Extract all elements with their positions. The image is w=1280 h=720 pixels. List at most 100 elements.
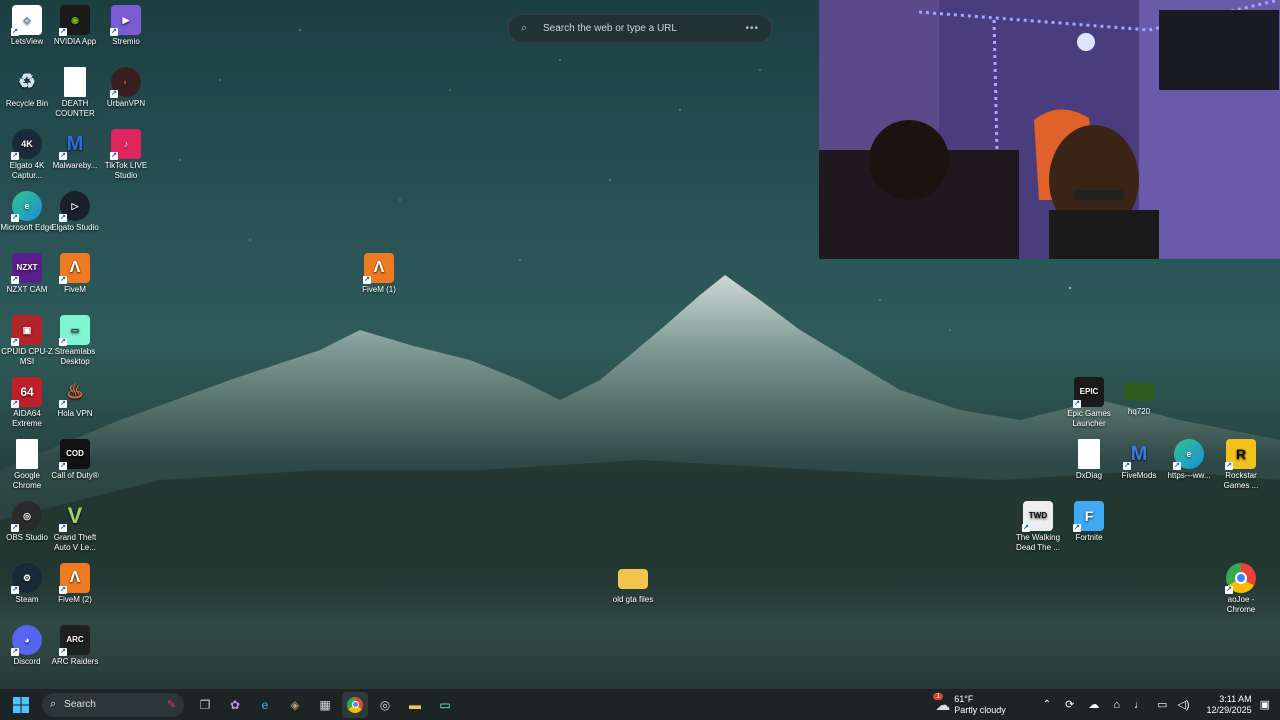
icon-label: OBS Studio xyxy=(6,533,48,542)
icon-label: DxDiag xyxy=(1075,471,1103,480)
desktop-icon-epic-games[interactable]: EPIC ↗ Epic Games Launcher xyxy=(1062,377,1116,429)
desktop-icon-urbanvpn[interactable]: ◐ ↗ UrbanVPN xyxy=(99,67,153,109)
desktop-icon-old-gta-files[interactable]: old gta files xyxy=(606,563,660,605)
icon-label: Steam xyxy=(15,595,39,604)
desktop-icon-elgato-4k[interactable]: 4K ↗ Elgato 4K Captur... xyxy=(0,129,54,181)
walking-dead-icon: TWD ↗ xyxy=(1022,501,1053,532)
search-icon: ⌕ xyxy=(521,22,528,34)
discord-icon: ◕ ↗ xyxy=(11,625,42,656)
desktop-icon-nvidia-app[interactable]: ◉ ↗ NVIDIA App xyxy=(48,5,102,47)
desktop-icon-death-counter[interactable]: DEATH COUNTER xyxy=(48,67,102,119)
icon-label: Streamlabs Desktop xyxy=(54,347,96,366)
desktop-icon-nzxt-cam[interactable]: NZXT ↗ NZXT CAM xyxy=(0,253,54,295)
microphone-icon[interactable]: ♩ xyxy=(1134,699,1145,711)
desktop-icon-dxdiag[interactable]: DxDiag xyxy=(1062,439,1116,481)
desktop-icon-cpuid[interactable]: ▣ ↗ CPUID CPU-Z MSI xyxy=(0,315,54,367)
taskbar-search-box[interactable]: ⌕ Search ✎ xyxy=(42,692,184,717)
gta-v-icon: V ↗ xyxy=(59,503,83,532)
microsoft-store-button[interactable]: ▦ xyxy=(312,692,338,718)
taskbar-search-label: Search xyxy=(64,699,96,710)
cloud-icon[interactable]: ☁ xyxy=(1088,698,1099,711)
taskbar-obs-button[interactable]: ◎ xyxy=(372,692,398,718)
desktop-icon-fivem-1[interactable]: Λ ↗ FiveM (1) xyxy=(352,253,406,295)
fortnite-icon: F ↗ xyxy=(1073,501,1104,532)
desktop-icon-call-of-duty[interactable]: COD ↗ Call of Duty® xyxy=(48,439,102,481)
icon-label: DEATH COUNTER xyxy=(55,99,95,118)
fivem-icon: Λ ↗ xyxy=(59,253,90,284)
desktop-icon-hq720[interactable]: hq720 xyxy=(1112,377,1166,417)
desktop-icon-hola-vpn[interactable]: ♨ ↗ Hola VPN xyxy=(48,377,102,419)
file-explorer-button[interactable]: ▬ xyxy=(402,692,428,718)
desktop-icon-streamlabs[interactable]: ▭ ↗ Streamlabs Desktop xyxy=(48,315,102,367)
display-icon[interactable]: ▭ xyxy=(1157,698,1167,711)
desktop-icon-fivem-2[interactable]: Λ ↗ FiveM (2) xyxy=(48,563,102,605)
web-search-bar[interactable]: ⌕ Search the web or type a URL ••• xyxy=(508,14,772,43)
search-icon: ⌕ xyxy=(50,698,57,710)
taskbar-streamlabs-button[interactable]: ▭ xyxy=(432,692,458,718)
desktop-icon-recycle-bin[interactable]: ♻ Recycle Bin xyxy=(0,67,54,109)
desktop-icon-malwarebytes[interactable]: M ↗ Malwareby... xyxy=(48,129,102,171)
icon-label: AIDA64 Extreme xyxy=(12,409,42,428)
icon-label: Call of Duty® xyxy=(51,471,99,480)
desktop-icon-obs-studio[interactable]: ◎ ↗ OBS Studio xyxy=(0,501,54,543)
desktop-icon-fivem[interactable]: Λ ↗ FiveM xyxy=(48,253,102,295)
icon-label: aoJoe - Chrome xyxy=(1226,595,1256,614)
sync-icon[interactable]: ⟳ xyxy=(1065,698,1074,711)
desktop-icon-fivemods[interactable]: M ↗ FiveMods xyxy=(1112,439,1166,481)
clock[interactable]: 3:11 AM 12/29/2025 xyxy=(1207,694,1252,716)
desktop-icon-tiktok-live[interactable]: ♪ ↗ TikTok LIVE Studio xyxy=(99,129,153,181)
weather-widget[interactable]: ☁ 1 61°F Partly cloudy xyxy=(933,692,1006,716)
icon-label: NZXT CAM xyxy=(6,285,48,294)
edge-icon: e ↗ xyxy=(11,191,42,222)
desktop-icon-elgato-studio[interactable]: ▷ ↗ Elgato Studio xyxy=(48,191,102,233)
cpuz-icon: ▣ ↗ xyxy=(11,315,42,346)
desktop-icon-google-chrome[interactable]: Google Chrome xyxy=(0,439,54,491)
taskbar-edge-button[interactable]: e xyxy=(252,692,278,718)
more-options-icon[interactable]: ••• xyxy=(745,23,759,34)
icon-label: ARC Raiders xyxy=(51,657,99,666)
icon-label: Recycle Bin xyxy=(5,99,49,108)
obs-icon: ◎ ↗ xyxy=(11,501,42,532)
icon-label: The Walking Dead The ... xyxy=(1015,533,1061,552)
icon-label: FiveMods xyxy=(1121,471,1157,480)
desktop-icon-fortnite[interactable]: F ↗ Fortnite xyxy=(1062,501,1116,543)
copilot-button[interactable]: ✿ xyxy=(222,692,248,718)
taskbar-app-button[interactable]: ◈ xyxy=(282,692,308,718)
edge-icon: e ↗ xyxy=(1173,439,1204,470)
clock-time: 3:11 AM xyxy=(1219,693,1252,704)
network-icon[interactable]: ⌂ xyxy=(1113,699,1120,711)
desktop-icon-letsview[interactable]: ◇ ↗ LetsView xyxy=(0,5,54,47)
chrome-icon xyxy=(347,696,363,713)
notification-bell-icon[interactable]: ▣ xyxy=(1260,698,1270,711)
desktop-icon-discord[interactable]: ◕ ↗ Discord xyxy=(0,625,54,667)
desktop-icon-gta-v[interactable]: V ↗ Grand Theft Auto V Le... xyxy=(48,501,102,553)
desktop-icon-rockstar[interactable]: R ↗ Rockstar Games ... xyxy=(1214,439,1268,491)
epic-games-icon: EPIC ↗ xyxy=(1073,377,1104,408)
folder-icon xyxy=(618,569,648,589)
rockstar-icon: R ↗ xyxy=(1225,439,1256,470)
taskbar-chrome-button[interactable] xyxy=(342,691,368,718)
desktop-icon-stremio[interactable]: ▶ ↗ Stremio xyxy=(99,5,153,47)
steam-icon: ⚙ ↗ xyxy=(11,563,42,594)
web-search-placeholder: Search the web or type a URL xyxy=(543,23,677,34)
desktop-icon-walking-dead[interactable]: TWD ↗ The Walking Dead The ... xyxy=(1011,501,1065,553)
icon-label: CPUID CPU-Z MSI xyxy=(1,347,53,366)
icon-label: Google Chrome xyxy=(12,471,42,490)
icon-label: Elgato 4K Captur... xyxy=(9,161,45,180)
desktop-icon-aida64[interactable]: 64 ↗ AIDA64 Extreme xyxy=(0,377,54,429)
clock-date: 12/29/2025 xyxy=(1206,704,1252,715)
desktop-icon-arc-raiders[interactable]: ARC ↗ ARC Raiders xyxy=(48,625,102,667)
chevron-up-icon[interactable]: ⌃ xyxy=(1043,699,1051,710)
volume-icon[interactable]: ◁) xyxy=(1177,698,1189,711)
fivemods-icon: M ↗ xyxy=(1123,443,1148,470)
start-button[interactable] xyxy=(8,692,34,718)
desktop-icon-edge-url[interactable]: e ↗ https---ww... xyxy=(1162,439,1216,481)
task-view-button[interactable]: ❐ xyxy=(192,692,218,718)
desktop-icon-steam[interactable]: ⚙ ↗ Steam xyxy=(0,563,54,605)
tiktok-icon: ♪ ↗ xyxy=(110,129,141,160)
desktop-icon-aojoe-chrome[interactable]: ↗ aoJoe - Chrome xyxy=(1214,563,1268,615)
desktop-icon-microsoft-edge[interactable]: e ↗ Microsoft Edge xyxy=(0,191,54,233)
icon-label: LetsView xyxy=(10,37,44,46)
image-file-icon xyxy=(1124,383,1154,401)
webcam-feed-image xyxy=(819,0,1280,259)
